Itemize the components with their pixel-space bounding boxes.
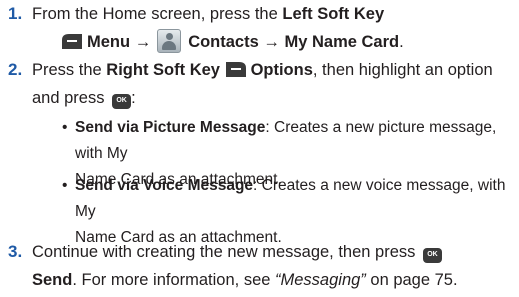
step-text: From the Home screen, press the — [32, 5, 283, 23]
step-line: and press OK: — [32, 84, 517, 112]
step-number: 2. — [8, 60, 23, 79]
step-number: 3. — [8, 242, 23, 261]
step-text: . For more information, see — [72, 271, 276, 289]
ok-key-label: OK — [427, 251, 438, 258]
step-line: Press the Right Soft Key Options, then h… — [32, 56, 517, 84]
instruction-page: 1. From the Home screen, press the Left … — [0, 0, 519, 297]
step-number: 1. — [8, 4, 23, 23]
ok-key-icon: OK — [112, 93, 132, 109]
options-label: Options — [250, 61, 313, 79]
bullet-line: Send via Picture Message: Creates a new … — [75, 115, 519, 167]
step-text: on page 75. — [365, 271, 458, 289]
messaging-reference: “Messaging” — [275, 271, 366, 289]
arrow-glyph: → — [263, 33, 280, 51]
step-line: Continue with creating the new message, … — [32, 238, 517, 266]
send-label: Send — [32, 271, 73, 289]
step-text: and press — [32, 89, 105, 107]
step-line: Menu → Contacts → My Name Card. — [32, 28, 517, 56]
my-name-card-label: My Name Card — [284, 33, 400, 51]
arrow-glyph: → — [134, 33, 152, 51]
colon: : — [131, 89, 136, 107]
step-text: Continue with creating the new message, … — [32, 243, 416, 261]
contacts-icon — [157, 29, 182, 53]
bullet-dot: • — [62, 119, 68, 136]
ok-key-label: OK — [116, 97, 127, 104]
step-text: , then highlight an option — [312, 61, 493, 79]
contacts-label: Contacts — [188, 33, 259, 51]
step-line: Send. For more information, see “Messagi… — [32, 266, 517, 294]
bullet-line: Send via Voice Message: Creates a new vo… — [75, 173, 519, 225]
right-softkey-icon — [225, 59, 247, 77]
menu-label: Menu — [87, 33, 131, 51]
step-body: Press the Right Soft Key Options, then h… — [32, 56, 517, 112]
option-name: Send via Voice Message — [75, 177, 254, 194]
step-body: From the Home screen, press the Left Sof… — [32, 0, 517, 56]
option-name: Send via Picture Message — [75, 119, 266, 136]
ok-key-icon: OK — [422, 247, 442, 263]
bullet-dot: • — [62, 177, 68, 194]
left-soft-key-label: Left Soft Key — [282, 5, 385, 23]
step-text: Press the — [32, 61, 107, 79]
step-body: Continue with creating the new message, … — [32, 238, 517, 294]
step-line: From the Home screen, press the Left Sof… — [32, 0, 517, 28]
left-softkey-icon — [61, 31, 83, 49]
right-soft-key-label: Right Soft Key — [106, 61, 220, 79]
period: . — [399, 33, 404, 51]
